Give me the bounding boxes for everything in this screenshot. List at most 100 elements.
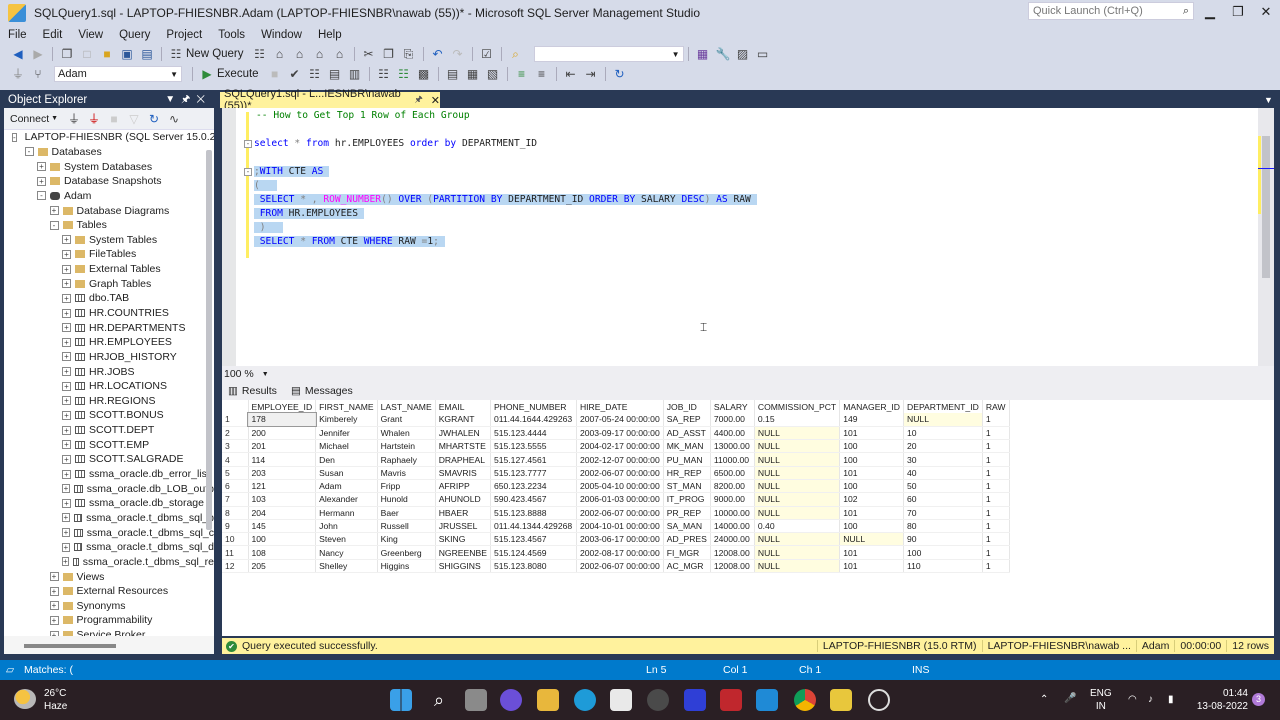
table-row[interactable]: 4 114 Den Raphaely DRAPHEAL 515.127.4561 2002-… — [222, 452, 1010, 467]
grid-cell[interactable]: 149 — [839, 413, 905, 427]
toolbox-icon[interactable]: ▨ — [736, 47, 750, 61]
table-row[interactable]: 1 178 Kimberely Grant KGRANT 011.44.1644.4292… — [222, 411, 1010, 428]
xmla-query-icon[interactable]: ⌂ — [313, 47, 327, 61]
expand-icon[interactable]: + — [62, 337, 71, 347]
battery-icon[interactable]: ▮ — [1168, 693, 1174, 706]
tree-node[interactable]: + SCOTT.BONUS — [4, 408, 214, 423]
expand-icon[interactable]: + — [62, 352, 71, 362]
grid-cell[interactable]: John — [315, 519, 378, 534]
tree-node[interactable]: + HR.LOCATIONS — [4, 379, 214, 394]
grid-cell[interactable]: 101 — [839, 466, 905, 480]
grid-cell[interactable]: 6500.00 — [710, 466, 755, 480]
row-number[interactable]: 5 — [222, 466, 249, 480]
open-file-icon[interactable]: ■ — [100, 47, 114, 61]
expand-icon[interactable]: + — [62, 425, 71, 435]
menu-edit[interactable]: Edit — [43, 29, 63, 41]
grid-cell[interactable]: 2002-06-07 00:00:00 — [576, 466, 664, 480]
grid-cell[interactable]: FI_MGR — [663, 545, 711, 560]
expand-icon[interactable]: + — [62, 323, 71, 333]
grid-cell[interactable]: 20 — [903, 439, 983, 454]
new-project-icon[interactable]: ❐ — [60, 47, 74, 61]
pin-icon[interactable]: 🖈 — [181, 94, 196, 105]
tree-node[interactable]: + ssma_oracle.t_dbms_sql_c — [4, 525, 214, 540]
grid-cell[interactable]: 1 — [982, 479, 1010, 494]
grid-cell[interactable]: 2002-12-07 00:00:00 — [576, 452, 664, 467]
grid-cell[interactable]: 515.123.8888 — [490, 506, 577, 520]
menu-view[interactable]: View — [78, 29, 103, 41]
grid-cell[interactable]: 2004-10-01 00:00:00 — [576, 519, 664, 534]
grid-cell[interactable]: 13000.00 — [710, 439, 755, 454]
tree-node[interactable]: + SCOTT.SALGRADE — [4, 452, 214, 467]
grid-cell[interactable]: SMAVRIS — [435, 466, 491, 480]
table-row[interactable]: 12 205 Shelley Higgins SHIGGINS 515.123.8080 2… — [222, 559, 1010, 574]
grid-cell[interactable]: Russell — [377, 519, 436, 534]
tree-node[interactable]: + HR.EMPLOYEES — [4, 335, 214, 350]
grid-cell[interactable]: Jennifer — [315, 426, 378, 441]
activity-monitor-icon[interactable]: ∿ — [167, 112, 181, 126]
expand-icon[interactable]: + — [62, 454, 71, 464]
tree-vertical-scrollbar[interactable] — [206, 150, 212, 530]
grid-cell[interactable]: Susan — [315, 466, 378, 480]
grid-cell[interactable]: AC_MGR — [663, 559, 711, 574]
query-options-icon[interactable]: ▤ — [328, 67, 342, 81]
column-header[interactable]: EMAIL — [435, 400, 491, 413]
restore-button[interactable]: ❐ — [1224, 2, 1252, 22]
table-row[interactable]: 10 100 Steven King SKING 515.123.4567 2003-06-… — [222, 532, 1010, 547]
volume-icon[interactable]: ♪ — [1148, 693, 1153, 706]
task-view-icon[interactable] — [465, 689, 487, 711]
grid-cell[interactable]: NULL — [754, 532, 841, 547]
tree-node[interactable]: - Tables — [4, 218, 214, 233]
grid-cell[interactable]: IT_PROG — [663, 492, 711, 507]
grid-cell[interactable]: 145 — [248, 519, 317, 534]
execute-button[interactable]: Execute — [217, 68, 259, 80]
minimize-button[interactable]: ▁ — [1196, 2, 1224, 22]
expand-icon[interactable]: + — [49, 206, 59, 216]
chevron-down-icon[interactable]: ▼ — [262, 371, 269, 378]
grid-cell[interactable]: Fripp — [377, 479, 436, 494]
database-select[interactable]: Adam ▼ — [54, 66, 182, 82]
grid-cell[interactable]: Hartstein — [377, 439, 436, 454]
grid-cell[interactable]: NULL — [754, 439, 841, 454]
scroll-thumb[interactable] — [1262, 136, 1270, 278]
tree-node[interactable]: + HR.DEPARTMENTS — [4, 320, 214, 335]
menu-window[interactable]: Window — [261, 29, 302, 41]
display-estimated-plan-icon[interactable]: ☷ — [308, 67, 322, 81]
grid-cell[interactable]: Higgins — [377, 559, 436, 574]
grid-cell[interactable]: MK_MAN — [663, 439, 711, 454]
grid-cell[interactable]: 110 — [903, 559, 983, 574]
grid-cell[interactable]: 011.44.1344.429268 — [490, 519, 577, 534]
table-row[interactable]: 9 145 John Russell JRUSSEL 011.44.1344.429268… — [222, 519, 1010, 534]
tree-node[interactable]: + HR.COUNTRIES — [4, 306, 214, 321]
expand-icon[interactable]: + — [62, 557, 69, 567]
tree-node[interactable]: + dbo.TAB — [4, 291, 214, 306]
grid-cell[interactable]: 101 — [839, 426, 905, 441]
tree-node[interactable]: + ssma_oracle.t_dbms_sql_re — [4, 555, 214, 570]
disconnect-icon[interactable]: ⏚ — [87, 112, 101, 126]
find-combo[interactable]: ▼ — [533, 46, 684, 62]
expand-icon[interactable]: + — [62, 293, 71, 303]
grid-cell[interactable]: 1 — [982, 506, 1010, 520]
grid-cell[interactable]: Grant — [377, 413, 436, 427]
column-header[interactable]: MANAGER_ID — [839, 400, 905, 413]
grid-cell[interactable]: 204 — [248, 506, 317, 520]
parse-check-icon[interactable]: ✔ — [288, 67, 302, 81]
row-number[interactable]: 4 — [222, 452, 249, 467]
expand-icon[interactable]: + — [37, 162, 46, 172]
new-query-icon[interactable]: ☷ — [169, 47, 183, 61]
grid-cell[interactable]: 9000.00 — [710, 492, 755, 507]
grid-cell[interactable]: MHARTSTE — [435, 439, 491, 454]
stop-icon[interactable]: ■ — [268, 67, 282, 81]
grid-cell[interactable]: Adam — [315, 479, 378, 494]
tree-node[interactable]: - Adam — [4, 189, 214, 204]
close-panel-icon[interactable]: ✕ — [196, 94, 211, 105]
tree-node[interactable]: + External Resources — [4, 584, 214, 599]
collapse-icon[interactable]: - — [12, 132, 17, 142]
grid-cell[interactable]: SA_REP — [663, 413, 711, 427]
table-row[interactable]: 7 103 Alexander Hunold AHUNOLD 590.423.4567 20… — [222, 492, 1010, 507]
back-icon[interactable]: ◀ — [11, 47, 25, 61]
dmx-query-icon[interactable]: ⌂ — [293, 47, 307, 61]
tree-node[interactable]: + System Databases — [4, 159, 214, 174]
grid-cell[interactable]: 101 — [839, 545, 905, 560]
grid-cell[interactable]: SA_MAN — [663, 519, 711, 534]
grid-cell[interactable]: 121 — [248, 479, 317, 494]
